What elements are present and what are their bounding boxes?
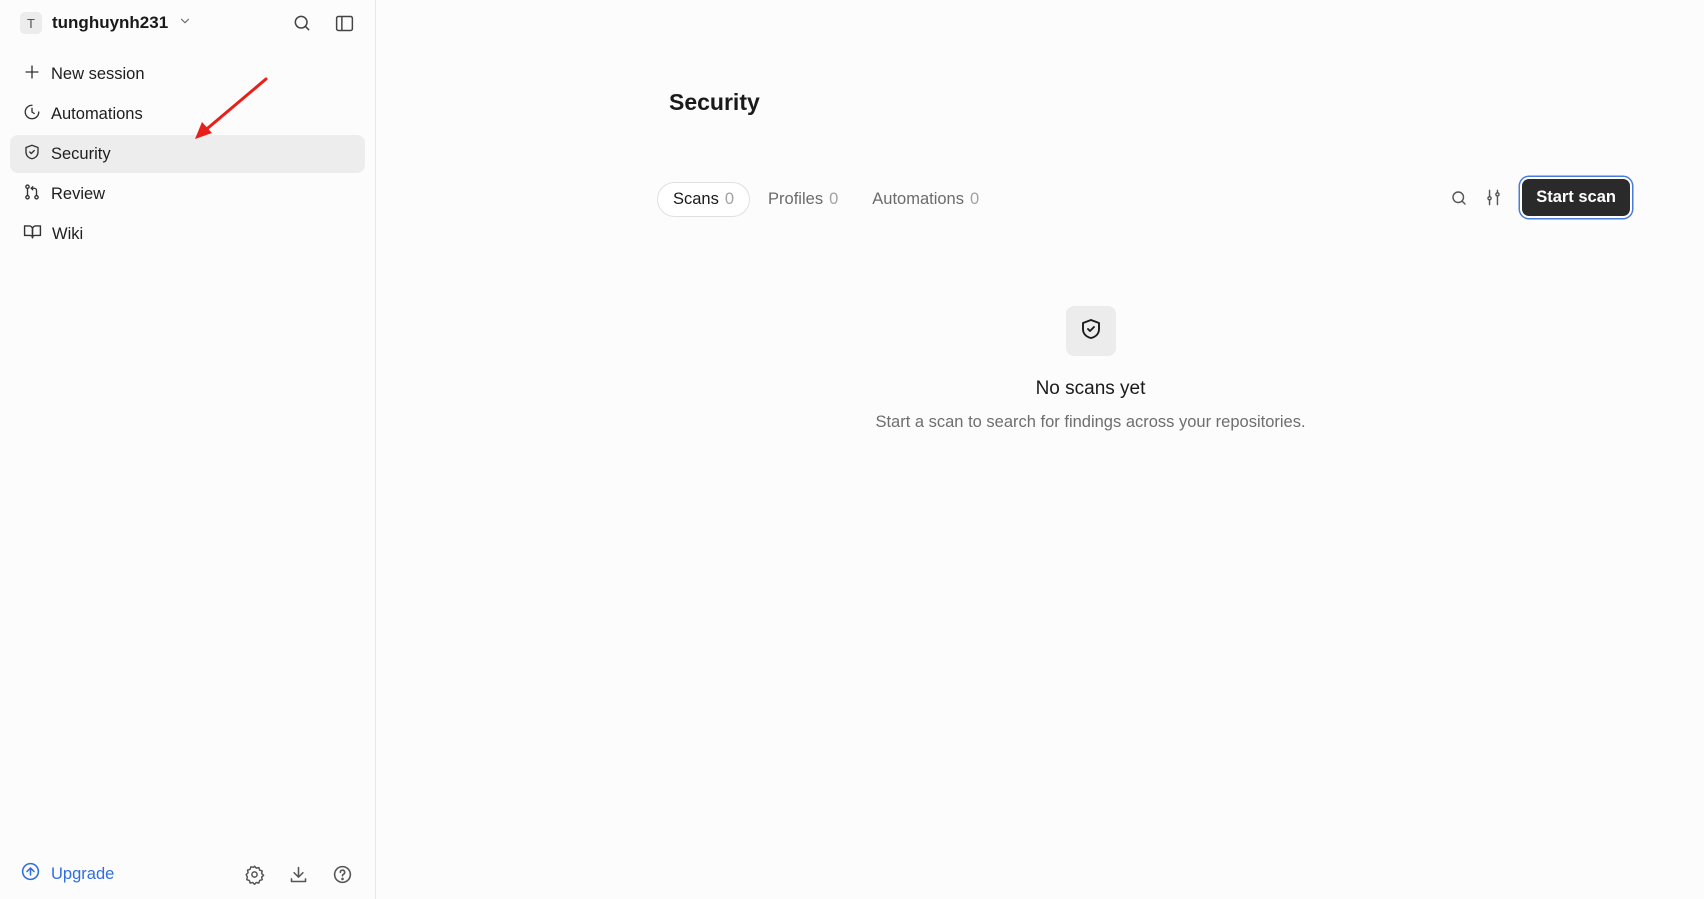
clock-icon bbox=[23, 103, 41, 126]
sidebar-item-label: Wiki bbox=[52, 224, 84, 243]
plus-icon bbox=[23, 63, 41, 86]
sidebar-item-wiki[interactable]: Wiki bbox=[10, 215, 365, 253]
tab-count: 0 bbox=[829, 190, 839, 208]
chevron-down-icon bbox=[178, 14, 192, 33]
upgrade-label: Upgrade bbox=[51, 864, 115, 883]
arrow-up-circle-icon bbox=[20, 861, 41, 887]
tab-profiles[interactable]: Profiles 0 bbox=[752, 182, 854, 217]
gear-icon[interactable] bbox=[241, 861, 267, 887]
book-icon bbox=[23, 222, 42, 246]
download-icon[interactable] bbox=[285, 861, 311, 887]
sidebar-item-new-session[interactable]: New session bbox=[10, 55, 365, 93]
tab-label: Profiles bbox=[768, 190, 824, 208]
help-icon[interactable] bbox=[329, 861, 355, 887]
tab-count: 0 bbox=[969, 190, 980, 208]
empty-state-description: Start a scan to search for findings acro… bbox=[875, 413, 1306, 431]
sidebar-item-label: Review bbox=[51, 184, 106, 203]
page-title: Security bbox=[669, 89, 760, 115]
sidebar-item-label: New session bbox=[51, 64, 145, 83]
tab-label: Automations bbox=[872, 190, 964, 208]
tab-count: 0 bbox=[724, 190, 735, 208]
sidebar-item-label: Automations bbox=[51, 104, 143, 123]
main-content: Security Scans 0 Profiles 0 Automations … bbox=[377, 0, 1704, 899]
tab-label: Scans bbox=[673, 190, 719, 208]
shield-icon bbox=[23, 143, 41, 166]
sidebar-item-security[interactable]: Security bbox=[10, 135, 365, 173]
toolbar: Start scan bbox=[1446, 179, 1630, 216]
sidebar: T tunghuynh231 New session Automations S… bbox=[0, 0, 376, 899]
upgrade-button[interactable]: Upgrade bbox=[20, 861, 114, 887]
sidebar-item-review[interactable]: Review bbox=[10, 175, 365, 213]
workspace-switcher[interactable]: T tunghuynh231 bbox=[20, 11, 192, 35]
shield-check-icon bbox=[1079, 317, 1103, 346]
empty-state: No scans yet Start a scan to search for … bbox=[377, 306, 1704, 432]
start-scan-button[interactable]: Start scan bbox=[1522, 179, 1630, 216]
search-icon[interactable] bbox=[289, 10, 315, 36]
sidebar-toggle-icon[interactable] bbox=[331, 10, 357, 36]
empty-state-title: No scans yet bbox=[1035, 378, 1146, 399]
avatar: T bbox=[20, 12, 42, 34]
sidebar-item-label: Security bbox=[51, 144, 111, 163]
filter-sliders-icon[interactable] bbox=[1480, 185, 1506, 211]
tab-scans[interactable]: Scans 0 bbox=[657, 182, 751, 217]
git-pull-request-icon bbox=[23, 183, 41, 206]
search-icon[interactable] bbox=[1446, 185, 1472, 211]
workspace-name: tunghuynh231 bbox=[52, 13, 169, 32]
empty-state-icon-box bbox=[1065, 306, 1116, 356]
sidebar-item-automations[interactable]: Automations bbox=[10, 95, 365, 133]
sidebar-nav: New session Automations Security Review … bbox=[10, 55, 365, 255]
tab-automations[interactable]: Automations 0 bbox=[856, 182, 995, 217]
tab-bar: Scans 0 Profiles 0 Automations 0 bbox=[657, 182, 995, 217]
